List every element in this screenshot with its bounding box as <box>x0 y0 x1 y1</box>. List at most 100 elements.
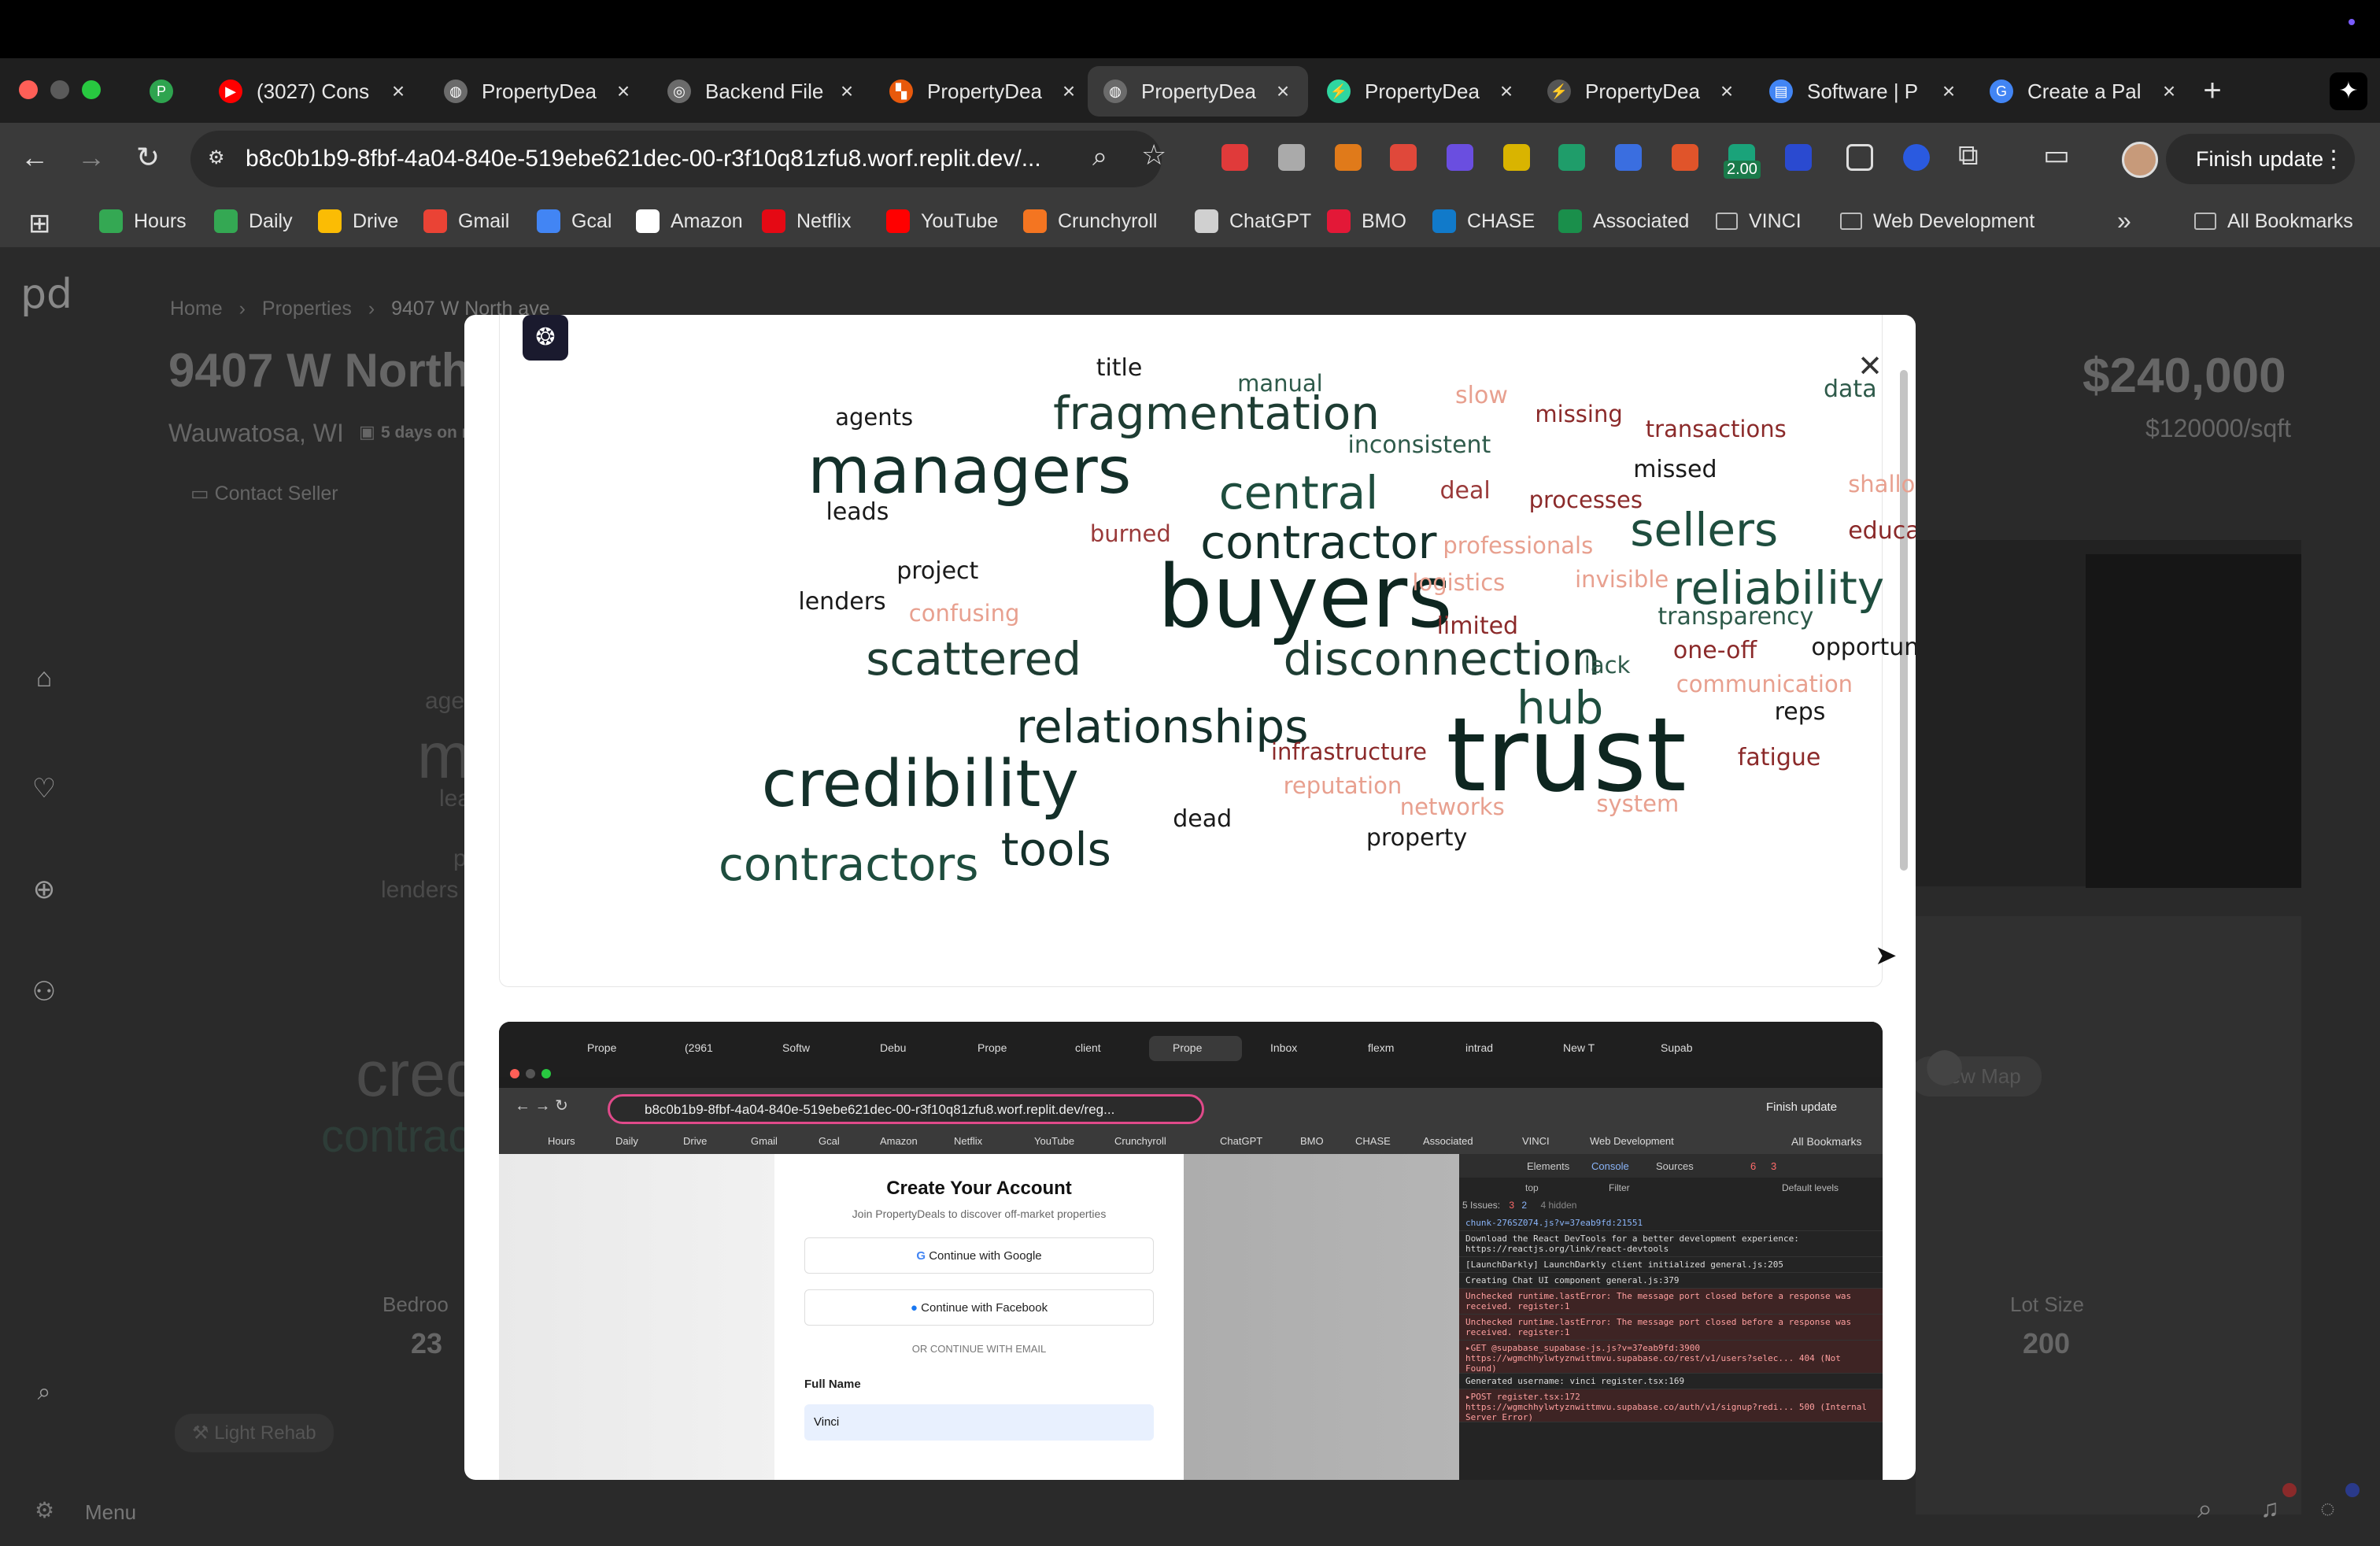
reload-button[interactable]: ↻ <box>129 139 167 176</box>
bookmark-icon <box>636 209 660 233</box>
bookmark-item[interactable]: Associated <box>1558 206 1689 236</box>
kebab-menu-icon[interactable]: ⋮ <box>2322 146 2345 173</box>
new-tab-button[interactable]: + <box>2193 71 2232 110</box>
extension-icon[interactable] <box>1558 144 1585 171</box>
close-tab-icon[interactable]: × <box>2160 79 2179 104</box>
menu-label[interactable]: Menu <box>85 1500 136 1525</box>
site-info-icon[interactable]: ⚙ <box>208 146 233 172</box>
browser-tab[interactable]: P <box>134 66 192 117</box>
extension-icon[interactable] <box>1447 144 1473 171</box>
browser-tab[interactable]: ◍ PropertyDea × <box>428 66 649 117</box>
bookmark-item[interactable]: Web Development <box>1840 206 2034 236</box>
bookmark-item[interactable]: Hours <box>99 206 187 236</box>
bookmark-label: ChatGPT <box>1229 209 1312 232</box>
close-tab-icon[interactable]: × <box>1717 79 1736 104</box>
close-tab-icon[interactable]: × <box>1939 79 1958 104</box>
finish-update-button[interactable]: Finish update ⋮ <box>2166 134 2355 184</box>
light-rehab-tag[interactable]: ⚒ Light Rehab <box>175 1414 334 1452</box>
close-tab-icon[interactable]: × <box>1497 79 1516 104</box>
extension-icon[interactable] <box>1785 144 1812 171</box>
extension-icon[interactable] <box>1672 144 1698 171</box>
word-cloud-word: dead <box>1173 805 1232 834</box>
tab-title: PropertyDea <box>1365 79 1480 103</box>
chat-icon[interactable]: ◌ <box>2320 1494 2335 1523</box>
ai-sparkle-button[interactable]: ✦ <box>2330 72 2367 110</box>
minimize-window-button[interactable] <box>50 80 69 99</box>
apps-grid-icon[interactable]: ⊞ <box>28 208 51 239</box>
bookmark-item[interactable]: Gmail <box>423 206 509 236</box>
breadcrumb-properties[interactable]: Properties <box>262 298 352 320</box>
word-cloud-word: transparency <box>1658 603 1814 631</box>
photo-thumbnail[interactable] <box>2086 554 2301 888</box>
word-cloud-word: infrastructure <box>1271 738 1427 765</box>
browser-tab[interactable]: ⚡ PropertyDea × <box>1311 66 1532 117</box>
extension-icon[interactable] <box>1335 144 1362 171</box>
search-icon[interactable]: ⌕ <box>2197 1494 2212 1525</box>
bookmark-item[interactable]: Drive <box>318 206 398 236</box>
bookmark-item[interactable]: ChatGPT <box>1195 206 1311 236</box>
home-icon[interactable]: ⌂ <box>28 663 60 694</box>
browser-tab[interactable]: ⚡ PropertyDea × <box>1532 66 1752 117</box>
more-bookmarks-icon[interactable]: » <box>2117 206 2131 235</box>
address-bar[interactable]: ⚙ b8c0b1b9-8fbf-4a04-840e-519ebe621dec-0… <box>190 131 1162 187</box>
close-window-button[interactable] <box>19 80 38 99</box>
bookmark-item[interactable]: Amazon <box>636 206 743 236</box>
bookmark-item[interactable]: VINCI <box>1716 206 1802 236</box>
close-tab-icon[interactable]: × <box>614 79 633 104</box>
extension-icon[interactable] <box>1221 144 1248 171</box>
close-tab-icon[interactable]: × <box>1273 79 1292 104</box>
bookmark-item[interactable]: Netflix <box>762 206 851 236</box>
bookmark-star-icon[interactable]: ☆ <box>1141 139 1166 172</box>
back-button[interactable]: ← <box>16 139 54 176</box>
word-cloud-word: invisible <box>1575 566 1669 594</box>
word-cloud-word: shallow <box>1848 471 1916 498</box>
bookmark-item[interactable]: YouTube <box>886 206 998 236</box>
close-tab-icon[interactable]: × <box>837 79 856 104</box>
extension-icon[interactable] <box>1278 144 1305 171</box>
bookmark-label: Gmail <box>458 209 510 232</box>
notification-bell-icon[interactable]: ♫ <box>2260 1494 2279 1523</box>
bookmark-item[interactable]: CHASE <box>1432 206 1535 236</box>
word-cloud-word: lack <box>1584 652 1631 679</box>
console-log-entry: Generated username: vinci register.tsx:1… <box>1459 1374 1883 1389</box>
inner-tab: Prope <box>954 1036 1047 1061</box>
breadcrumb-home[interactable]: Home <box>170 298 223 320</box>
browser-tab[interactable]: ▤ Software | P × <box>1754 66 1974 117</box>
close-tab-icon[interactable]: × <box>389 79 408 104</box>
extension-icon[interactable] <box>1503 144 1530 171</box>
zoom-icon[interactable]: ⌕ <box>1092 142 1107 172</box>
bookmark-icon <box>1558 209 1582 233</box>
extension-icon[interactable] <box>1615 144 1642 171</box>
extension-icon[interactable] <box>1903 144 1930 171</box>
bookmark-item[interactable]: Crunchyroll <box>1023 206 1157 236</box>
modal-scrollbar[interactable] <box>1900 370 1908 871</box>
browser-tab[interactable]: ▚ PropertyDea × <box>874 66 1094 117</box>
maximize-window-button[interactable] <box>82 80 101 99</box>
browser-tab[interactable]: ◎ Backend File × <box>652 66 872 117</box>
bookmark-icon <box>214 209 238 233</box>
tab-search-icon[interactable]: ▭ <box>2043 139 2070 172</box>
extension-icon[interactable] <box>1846 144 1873 171</box>
extension-icon[interactable] <box>1390 144 1417 171</box>
forward-button[interactable]: → <box>72 139 110 176</box>
browser-tab[interactable]: ▶ (3027) Cons × <box>203 66 423 117</box>
bookmark-item[interactable]: BMO <box>1327 206 1406 236</box>
all-bookmarks[interactable]: All Bookmarks <box>2194 206 2353 236</box>
browser-tab[interactable]: G Create a Pal × <box>1974 66 2194 117</box>
favorites-heart-icon[interactable]: ♡ <box>28 773 60 804</box>
user-icon[interactable]: ⚇ <box>28 976 60 1008</box>
browser-tab[interactable]: ◍ PropertyDea × <box>1088 66 1308 117</box>
close-tab-icon[interactable]: × <box>1059 79 1078 104</box>
inner-tab-title: Debu <box>880 1041 907 1054</box>
extensions-puzzle-icon[interactable]: ⧉ <box>1958 139 1979 172</box>
profile-avatar[interactable] <box>2122 142 2158 178</box>
bookmark-item[interactable]: Daily <box>214 206 293 236</box>
inner-bookmark: VINCI <box>1522 1135 1550 1147</box>
search-icon[interactable]: ⌕ <box>28 1379 60 1411</box>
contact-seller-button[interactable]: ▭ Contact Seller <box>190 482 338 505</box>
add-circle-icon[interactable]: ⊕ <box>28 874 60 905</box>
settings-gear-icon[interactable]: ⚙ <box>35 1497 54 1523</box>
inner-tab: Inbox <box>1247 1036 1340 1061</box>
inner-tab-title: Prope <box>1173 1041 1203 1054</box>
bookmark-item[interactable]: Gcal <box>537 206 612 236</box>
